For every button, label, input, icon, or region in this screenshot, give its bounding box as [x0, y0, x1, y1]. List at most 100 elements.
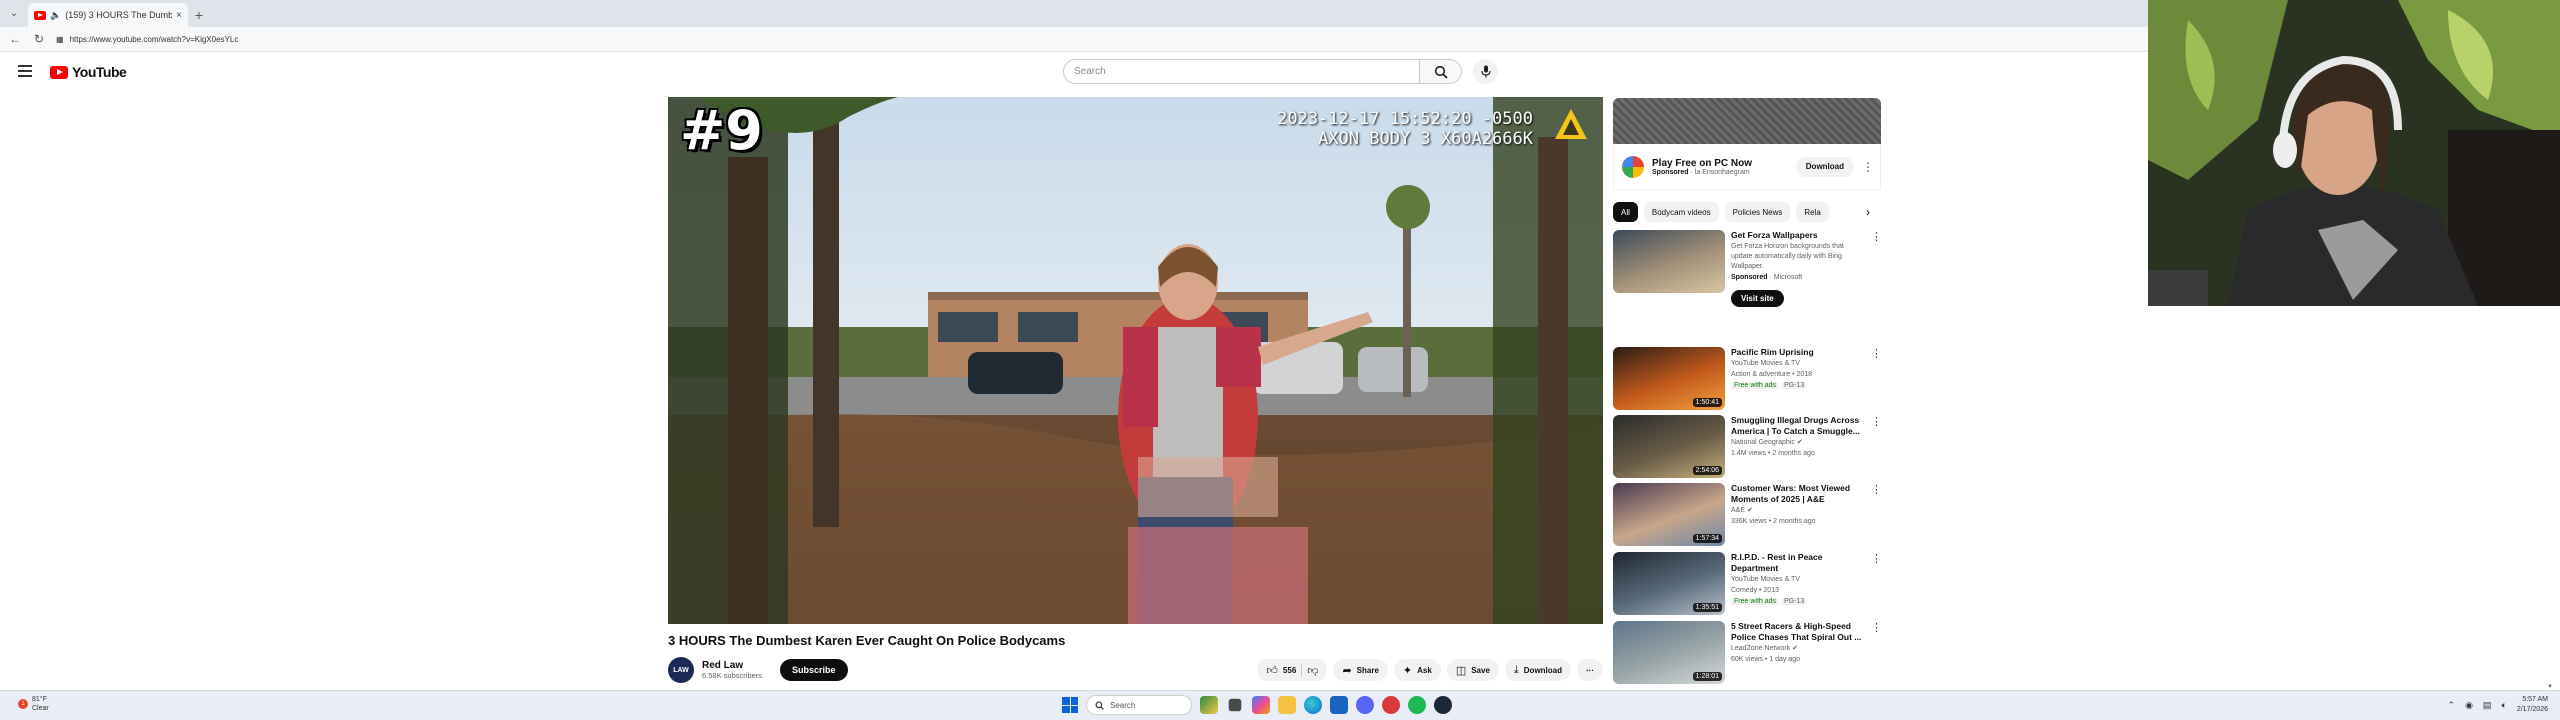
divider: [1301, 663, 1303, 677]
thumbs-down-icon[interactable]: 👎︎: [1307, 664, 1318, 677]
recommendation-channel[interactable]: LeadZone Network ✔: [1731, 644, 1865, 654]
verified-check-icon: ✔: [1792, 645, 1798, 652]
like-count[interactable]: 556: [1283, 666, 1296, 675]
download-button[interactable]: ⤓ Download: [1504, 659, 1571, 681]
reload-icon[interactable]: ↻: [32, 32, 46, 46]
save-button[interactable]: ◫ Save: [1446, 659, 1499, 681]
video-duration: 1:50:41: [1692, 398, 1722, 407]
chip-all[interactable]: All: [1613, 202, 1638, 222]
tab-list-chevron-icon[interactable]: ⌄: [0, 0, 28, 27]
more-options-icon[interactable]: ⋮: [1871, 621, 1881, 687]
microphone-tray-icon[interactable]: ◉: [2465, 700, 2473, 711]
recommendation-channel[interactable]: YouTube Movies & TV: [1731, 575, 1865, 585]
video-thumbnail[interactable]: [1613, 230, 1725, 293]
more-actions-button[interactable]: ···: [1577, 659, 1603, 681]
app-icon[interactable]: [1382, 696, 1400, 714]
url-field[interactable]: ▦ https://www.youtube.com/watch?v=KigX0e…: [56, 30, 2140, 48]
tab-title: (159) 3 HOURS The Dumbest Karen Ever Cau…: [65, 10, 173, 20]
ad-advertiser: la Ensonhaegram: [1694, 168, 1750, 176]
outlook-icon[interactable]: [1330, 696, 1348, 714]
discord-icon[interactable]: [1356, 696, 1374, 714]
chip-policies-news[interactable]: Policies News: [1724, 202, 1791, 222]
list-item[interactable]: 1:35:51 R.I.P.D. - Rest in Peace Departm…: [1613, 552, 1882, 618]
ad-download-button[interactable]: Download: [1795, 156, 1854, 177]
recommendation-title[interactable]: 5 Street Racers & High-Speed Police Chas…: [1731, 621, 1865, 643]
channel-avatar[interactable]: LAW: [668, 657, 694, 683]
recommendation-channel[interactable]: YouTube Movies & TV: [1731, 359, 1865, 369]
start-button-icon[interactable]: [1062, 697, 1078, 713]
recommendation-title[interactable]: R.I.P.D. - Rest in Peace Department: [1731, 552, 1865, 574]
thumbs-up-icon[interactable]: 👍︎: [1266, 664, 1278, 677]
chip-related[interactable]: Rela: [1796, 202, 1829, 222]
recommendation-title[interactable]: Pacific Rim Uprising: [1731, 347, 1865, 358]
browser-tab-active[interactable]: 🔈 (159) 3 HOURS The Dumbest Karen Ever C…: [28, 3, 188, 27]
video-title: 3 HOURS The Dumbest Karen Ever Caught On…: [668, 633, 1066, 648]
recommendation-title[interactable]: Customer Wars: Most Viewed Moments of 20…: [1731, 483, 1865, 505]
video-thumbnail[interactable]: 1:28:01: [1613, 621, 1725, 684]
widgets-icon[interactable]: [1200, 696, 1218, 714]
filter-chips: All Bodycam videos Policies News Rela: [1613, 202, 1881, 222]
more-options-icon[interactable]: ⋮: [1871, 552, 1882, 618]
file-explorer-icon[interactable]: [1278, 696, 1296, 714]
ad-more-icon[interactable]: ⋮: [1862, 160, 1874, 174]
network-icon[interactable]: ▤: [2483, 700, 2492, 711]
recommendation-title[interactable]: Smuggling Illegal Drugs Across America |…: [1731, 415, 1865, 437]
speaker-icon[interactable]: 🔈: [50, 10, 61, 21]
video-thumbnail[interactable]: 1:35:51: [1613, 552, 1725, 615]
list-item[interactable]: 2:54:06 Smuggling Illegal Drugs Across A…: [1613, 415, 1882, 481]
taskbar-search-placeholder: Search: [1110, 700, 1136, 710]
video-thumbnail[interactable]: 1:57:34: [1613, 483, 1725, 546]
task-view-icon[interactable]: [1228, 698, 1242, 712]
share-label: Share: [1356, 665, 1379, 675]
steam-icon[interactable]: [1434, 696, 1452, 714]
tray-overflow-icon[interactable]: ⌃: [2448, 700, 2456, 711]
search-icon: [1095, 701, 1104, 710]
spotify-icon[interactable]: [1408, 696, 1426, 714]
verified-check-icon: ✔: [1746, 507, 1753, 514]
more-options-icon[interactable]: ⋮: [1871, 347, 1882, 413]
subscribe-button[interactable]: Subscribe: [780, 659, 848, 681]
video-thumbnail[interactable]: 2:54:06: [1613, 415, 1725, 478]
verified-check-icon: ✔: [1796, 439, 1803, 446]
like-dislike-group: 👍︎ 556 👎︎: [1257, 659, 1328, 681]
recommendation-sponsor: Sponsored · Microsoft: [1731, 274, 1803, 281]
volume-icon[interactable]: 🔈︎: [2501, 700, 2506, 711]
clock[interactable]: 5:57 AM 2/17/2026: [2517, 695, 2548, 715]
menu-icon[interactable]: [18, 65, 32, 77]
youtube-logo[interactable]: YouTube: [50, 64, 127, 80]
site-info-icon[interactable]: ▦: [56, 35, 64, 44]
recommendation-channel[interactable]: National Geographic ✔: [1731, 438, 1865, 448]
more-options-icon[interactable]: ⋮: [1871, 483, 1882, 549]
recommendation-channel[interactable]: A&E ✔: [1731, 506, 1865, 516]
video-player[interactable]: #9 2023-12-17 15:52:20 -0500 AXON BODY 3…: [668, 97, 1603, 624]
back-arrow-icon[interactable]: ←: [8, 32, 22, 46]
list-item[interactable]: 1:28:01 5 Street Racers & High-Speed Pol…: [1613, 621, 1881, 687]
chip-bodycam-videos[interactable]: Bodycam videos: [1643, 202, 1719, 222]
list-item[interactable]: 1:50:41 Pacific Rim Uprising YouTube Mov…: [1613, 347, 1882, 413]
ad-meta: Sponsored · la Ensonhaegram: [1652, 168, 1750, 176]
channel-name[interactable]: Red Law: [702, 660, 762, 671]
browser-tab-bar: ⌄ 🔈 (159) 3 HOURS The Dumbest Karen Ever…: [0, 0, 2148, 27]
ad-card[interactable]: Play Free on PC Now Sponsored · la Enson…: [1613, 144, 1881, 190]
weather-widget[interactable]: 1 81°F Clear: [18, 695, 49, 713]
recommendation-title[interactable]: Get Forza Wallpapers: [1731, 230, 1865, 241]
more-options-icon[interactable]: ⋮: [1871, 230, 1882, 342]
copilot-icon[interactable]: [1252, 696, 1270, 714]
visit-site-button[interactable]: Visit site: [1731, 290, 1784, 307]
chevron-right-icon[interactable]: ›: [1858, 202, 1878, 222]
search-input[interactable]: Search: [1063, 59, 1420, 84]
list-item[interactable]: 1:57:34 Customer Wars: Most Viewed Momen…: [1613, 483, 1882, 549]
bodycam-timestamp: 2023-12-17 15:52:20 -0500 AXON BODY 3 X6…: [1277, 109, 1533, 149]
video-thumbnail[interactable]: 1:50:41: [1613, 347, 1725, 410]
search-button[interactable]: [1420, 59, 1462, 84]
new-tab-button[interactable]: +: [188, 3, 210, 27]
ad-banner-image[interactable]: [1613, 98, 1881, 144]
share-button[interactable]: ➦ Share: [1333, 659, 1388, 681]
voice-search-button[interactable]: [1473, 59, 1498, 84]
list-item[interactable]: Get Forza Wallpapers Get Forza Horizon b…: [1613, 230, 1882, 342]
edge-browser-icon[interactable]: [1304, 696, 1322, 714]
tab-close-icon[interactable]: ×: [176, 10, 182, 21]
more-options-icon[interactable]: ⋮: [1871, 415, 1882, 481]
taskbar-search[interactable]: Search: [1086, 695, 1192, 715]
ask-button[interactable]: ✦ Ask: [1393, 659, 1441, 681]
